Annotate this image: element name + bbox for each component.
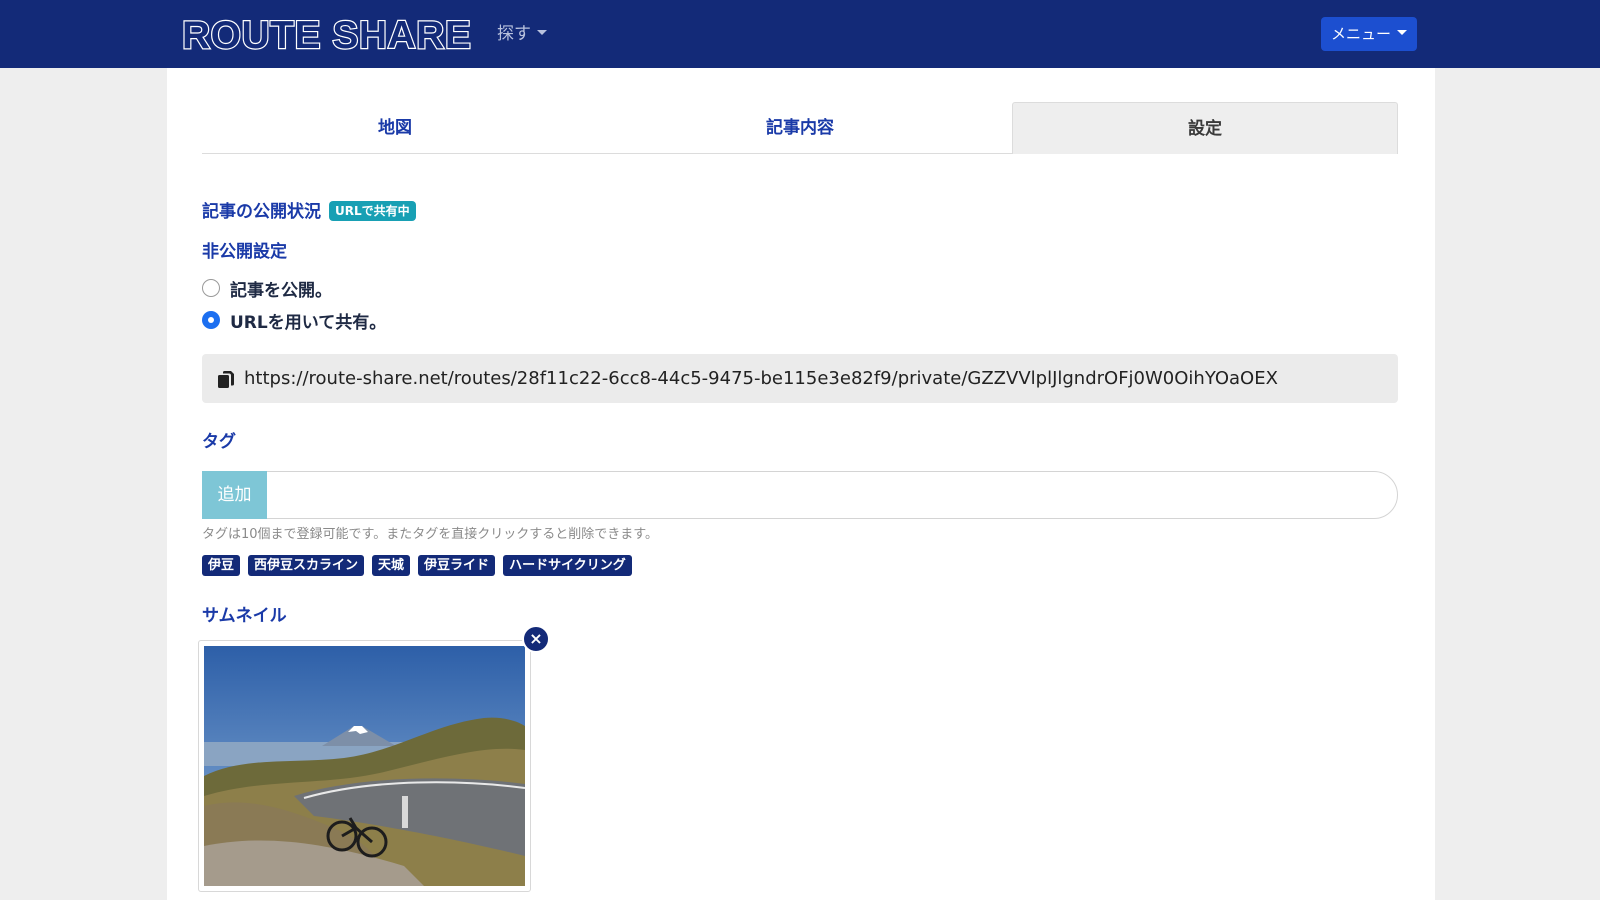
- thumbnail-image: [204, 646, 525, 886]
- thumbnail-frame: [198, 640, 531, 892]
- share-url-box[interactable]: https://route-share.net/routes/28f11c22-…: [202, 354, 1398, 403]
- copy-icon[interactable]: [216, 369, 236, 389]
- tags-heading: タグ: [202, 432, 236, 452]
- radio-share-url-label: URLを用いて共有。: [230, 312, 387, 333]
- tag-list: 伊豆 西伊豆スカライン 天城 伊豆ライド ハードサイクリング: [202, 555, 632, 576]
- caret-down-icon: [1397, 30, 1407, 35]
- tag-chip[interactable]: 天城: [372, 555, 411, 576]
- menu-dropdown-button[interactable]: メニュー: [1321, 17, 1417, 51]
- brand-logo[interactable]: ROUTE SHARE: [181, 13, 472, 58]
- radio-share-url[interactable]: URLを用いて共有。: [202, 309, 387, 333]
- radio-share-url-input[interactable]: [202, 311, 220, 329]
- explore-label: 探す: [497, 24, 531, 44]
- publish-status-heading: 記事の公開状況 URLで共有中: [202, 197, 416, 222]
- caret-down-icon: [537, 29, 547, 35]
- top-navbar: ROUTE SHARE 探す メニュー: [0, 0, 1600, 68]
- privacy-heading: 非公開設定: [202, 242, 287, 262]
- radio-public-input[interactable]: [202, 279, 220, 297]
- tag-chip[interactable]: 伊豆ライド: [418, 555, 496, 576]
- tag-chip[interactable]: 伊豆: [202, 555, 241, 576]
- tag-input[interactable]: [268, 473, 1378, 517]
- status-badge: URLで共有中: [329, 201, 416, 221]
- remove-thumbnail-button[interactable]: ×: [522, 625, 550, 653]
- tag-chip[interactable]: 西伊豆スカライン: [248, 555, 365, 576]
- radio-public-label: 記事を公開。: [230, 280, 332, 301]
- tab-settings[interactable]: 設定: [1012, 102, 1398, 154]
- brand-text: ROUTE SHARE: [181, 13, 472, 58]
- publish-status-title: 記事の公開状況: [202, 202, 321, 222]
- tab-bar: 地図 記事内容 設定: [202, 102, 1398, 154]
- thumbnail-heading: サムネイル: [202, 606, 287, 626]
- explore-dropdown[interactable]: 探す: [497, 22, 547, 46]
- add-tag-button[interactable]: 追加: [202, 471, 267, 519]
- share-url-text: https://route-share.net/routes/28f11c22-…: [244, 368, 1278, 389]
- radio-public[interactable]: 記事を公開。: [202, 277, 332, 301]
- tag-help-text: タグは10個まで登録可能です。またタグを直接クリックすると削除できます。: [202, 527, 658, 542]
- tab-map[interactable]: 地図: [202, 102, 588, 154]
- menu-label: メニュー: [1330, 25, 1391, 43]
- tab-article-content[interactable]: 記事内容: [607, 102, 993, 154]
- tag-chip[interactable]: ハードサイクリング: [503, 555, 632, 576]
